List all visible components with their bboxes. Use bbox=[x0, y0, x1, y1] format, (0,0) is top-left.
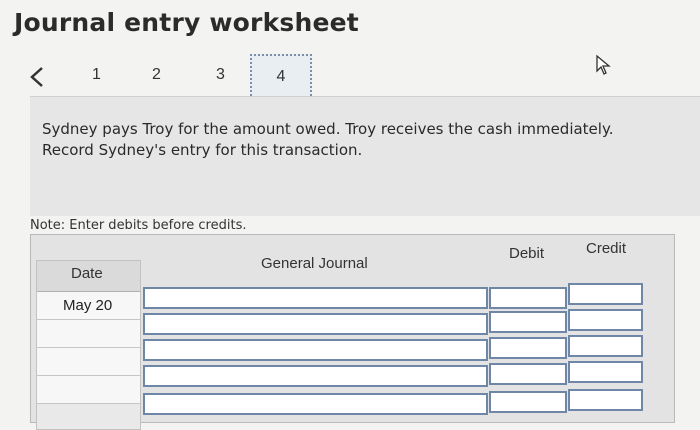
debit-input[interactable] bbox=[489, 287, 567, 309]
prompt-line-1: Sydney pays Troy for the amount owed. Tr… bbox=[42, 120, 614, 138]
account-input[interactable] bbox=[143, 313, 488, 335]
prompt-line-2: Record Sydney's entry for this transacti… bbox=[42, 141, 363, 159]
mouse-cursor-icon bbox=[596, 54, 611, 75]
step-1[interactable]: 1 bbox=[92, 66, 101, 84]
page-title: Journal entry worksheet bbox=[14, 8, 359, 37]
account-input[interactable] bbox=[143, 365, 488, 387]
column-header-general-journal: General Journal bbox=[261, 255, 368, 272]
question-prompt: Sydney pays Troy for the amount owed. Tr… bbox=[30, 96, 700, 216]
date-row[interactable] bbox=[37, 348, 140, 376]
chevron-left-icon[interactable] bbox=[26, 64, 48, 90]
credit-input[interactable] bbox=[568, 361, 643, 383]
credit-input[interactable] bbox=[568, 283, 643, 305]
debit-input[interactable] bbox=[489, 337, 567, 359]
date-column: May 20 bbox=[36, 260, 141, 430]
column-header-debit: Debit bbox=[509, 245, 545, 262]
debit-input[interactable] bbox=[489, 363, 567, 385]
column-header-date: Date bbox=[71, 265, 103, 282]
step-4[interactable]: 4 bbox=[250, 54, 312, 100]
debit-input[interactable] bbox=[489, 311, 567, 333]
account-input[interactable] bbox=[143, 393, 488, 415]
account-input[interactable] bbox=[143, 287, 488, 309]
account-input[interactable] bbox=[143, 339, 488, 361]
date-row[interactable] bbox=[37, 376, 140, 404]
step-2[interactable]: 2 bbox=[152, 66, 161, 84]
credit-input[interactable] bbox=[568, 335, 643, 357]
date-row[interactable] bbox=[37, 320, 140, 348]
debit-input[interactable] bbox=[489, 391, 567, 413]
credit-input[interactable] bbox=[568, 389, 643, 411]
step-3[interactable]: 3 bbox=[216, 66, 225, 84]
note-text: Note: Enter debits before credits. bbox=[30, 218, 247, 233]
date-row[interactable]: May 20 bbox=[37, 292, 140, 320]
column-header-credit: Credit bbox=[586, 240, 627, 257]
journal-table: May 20 Date General Journal Debit Credit bbox=[30, 234, 675, 430]
credit-input[interactable] bbox=[568, 309, 643, 331]
